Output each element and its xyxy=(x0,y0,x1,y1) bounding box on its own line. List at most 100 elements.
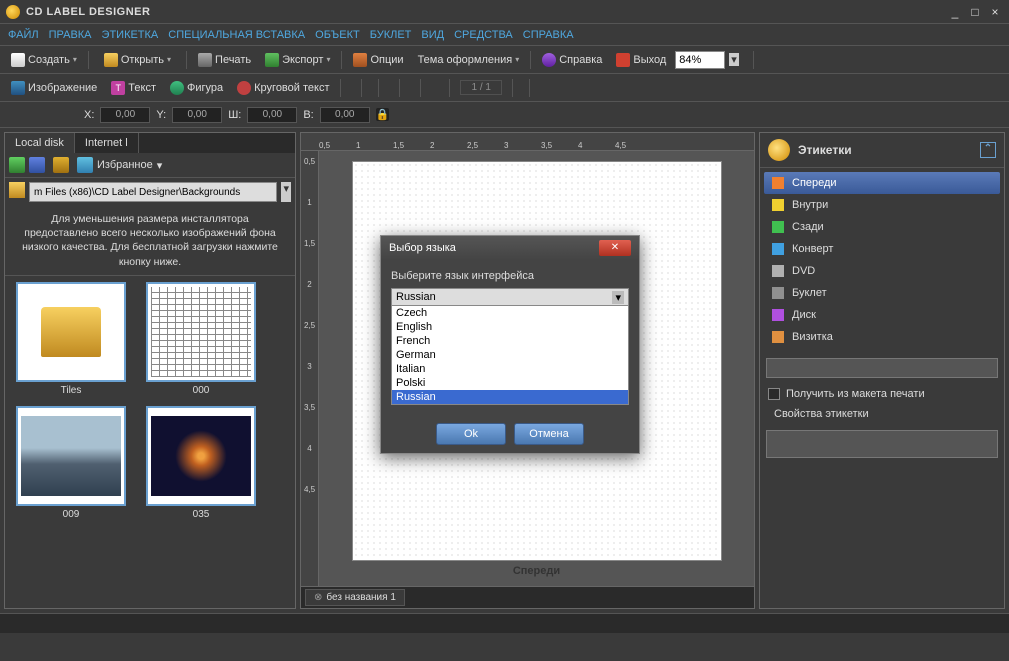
shape-icon xyxy=(170,81,184,95)
fav-label[interactable]: Избранное xyxy=(97,159,153,171)
language-select[interactable]: Russian▾ xyxy=(391,288,629,306)
ok-button[interactable]: Ok xyxy=(436,423,506,445)
label-item-7[interactable]: Визитка xyxy=(764,326,1000,348)
toolbar-insert: Изображение TТекст Фигура Круговой текст… xyxy=(0,74,1009,102)
h-input[interactable] xyxy=(320,107,370,123)
zoom-input[interactable] xyxy=(675,51,725,69)
open-icon xyxy=(104,53,118,67)
open-button[interactable]: Открыть▾ xyxy=(99,51,176,69)
color-swatch xyxy=(772,199,784,211)
cancel-button[interactable]: Отмена xyxy=(514,423,584,445)
label-item-3[interactable]: Конверт xyxy=(764,238,1000,260)
help-button[interactable]: Справка xyxy=(537,51,607,69)
print-button[interactable]: Печать xyxy=(193,51,256,69)
menu-booklet[interactable]: БУКЛЕТ xyxy=(370,29,412,41)
thumb-tiles[interactable]: Tiles xyxy=(11,282,131,396)
back-icon[interactable] xyxy=(9,157,25,173)
h-label: В: xyxy=(303,109,313,121)
coord-bar: X: Y: Ш: В: 🔒 xyxy=(0,102,1009,128)
props-combo[interactable] xyxy=(766,430,998,458)
gear-icon xyxy=(353,53,367,67)
tab-internet[interactable]: Internet l xyxy=(75,133,139,153)
create-button[interactable]: Создать▾ xyxy=(6,51,82,69)
image-icon xyxy=(11,81,25,95)
refresh-icon[interactable] xyxy=(53,157,69,173)
color-swatch xyxy=(772,221,784,233)
dialog-prompt: Выберите язык интерфейса xyxy=(391,270,629,282)
color-swatch xyxy=(772,265,784,277)
maximize-button[interactable]: □ xyxy=(967,5,983,19)
forward-icon[interactable] xyxy=(29,157,45,173)
fav-icon[interactable] xyxy=(77,157,93,173)
close-button[interactable]: × xyxy=(987,5,1003,19)
menu-help[interactable]: СПРАВКА xyxy=(523,29,574,41)
toolbar-main: Создать▾ Открыть▾ Печать Экспорт▾ Опции … xyxy=(0,46,1009,74)
export-button[interactable]: Экспорт▾ xyxy=(260,51,335,69)
zoom-dropdown[interactable]: ▾ xyxy=(729,53,739,66)
menubar: ФАЙЛ ПРАВКА ЭТИКЕТКА СПЕЦИАЛЬНАЯ ВСТАВКА… xyxy=(0,24,1009,46)
dialog-close-button[interactable]: ✕ xyxy=(599,240,631,256)
menu-edit[interactable]: ПРАВКА xyxy=(49,29,92,41)
shape-button[interactable]: Фигура xyxy=(165,79,228,97)
color-swatch xyxy=(772,287,784,299)
lang-option[interactable]: German xyxy=(392,348,628,362)
path-input[interactable] xyxy=(29,182,277,202)
label-item-0[interactable]: Спереди xyxy=(764,172,1000,194)
menu-object[interactable]: ОБЪЕКТ xyxy=(315,29,360,41)
thumb-000[interactable]: 000 xyxy=(141,282,261,396)
lang-option[interactable]: Polski xyxy=(392,376,628,390)
lock-icon[interactable]: 🔒 xyxy=(376,108,390,121)
label-item-4[interactable]: DVD xyxy=(764,260,1000,282)
print-icon xyxy=(198,53,212,67)
lang-option[interactable]: French xyxy=(392,334,628,348)
text-button[interactable]: TТекст xyxy=(106,79,161,97)
lang-option[interactable]: English xyxy=(392,320,628,334)
thumb-009[interactable]: 009 xyxy=(11,406,131,520)
menu-view[interactable]: ВИД xyxy=(421,29,444,41)
label-item-5[interactable]: Буклет xyxy=(764,282,1000,304)
new-icon xyxy=(11,53,25,67)
label-properties[interactable]: Свойства этикетки xyxy=(760,404,1004,424)
thumbnail-grid: Tiles 000 009 035 xyxy=(5,276,295,608)
left-panel: Local disk Internet l Избранное ▾ ▾ Для … xyxy=(4,132,296,609)
right-panel: Этикетки ⌃ СпередиВнутриСзадиКонвертDVDБ… xyxy=(759,132,1005,609)
doc-tab-1[interactable]: ⊗без названия 1 xyxy=(305,589,405,606)
circtext-icon xyxy=(237,81,251,95)
w-label: Ш: xyxy=(228,109,241,121)
circtext-button[interactable]: Круговой текст xyxy=(232,79,334,97)
label-combo[interactable] xyxy=(766,358,998,378)
tab-local-disk[interactable]: Local disk xyxy=(5,133,75,153)
collapse-button[interactable]: ⌃ xyxy=(980,142,996,158)
page-label: Спереди xyxy=(352,565,722,577)
exit-button[interactable]: Выход xyxy=(611,51,671,69)
checkbox-icon xyxy=(768,388,780,400)
get-from-print-check[interactable]: Получить из макета печати xyxy=(760,384,1004,404)
dialog-title: Выбор языка xyxy=(389,242,456,254)
label-item-2[interactable]: Сзади xyxy=(764,216,1000,238)
path-dropdown[interactable]: ▾ xyxy=(281,182,291,202)
ruler-horizontal: 0,511,5 22,53 3,544,5 xyxy=(301,133,754,151)
folder-icon xyxy=(9,182,25,198)
menu-special-insert[interactable]: СПЕЦИАЛЬНАЯ ВСТАВКА xyxy=(168,29,305,41)
theme-button[interactable]: Тема оформления▾ xyxy=(413,52,525,68)
menu-file[interactable]: ФАЙЛ xyxy=(8,29,39,41)
label-item-1[interactable]: Внутри xyxy=(764,194,1000,216)
lang-option[interactable]: Italian xyxy=(392,362,628,376)
language-list: CzechEnglishFrenchGermanItalianPolskiRus… xyxy=(391,306,629,405)
image-button[interactable]: Изображение xyxy=(6,79,102,97)
statusbar xyxy=(0,613,1009,633)
options-button[interactable]: Опции xyxy=(348,51,408,69)
minimize-button[interactable]: _ xyxy=(947,5,963,19)
lang-option[interactable]: Russian xyxy=(392,390,628,404)
w-input[interactable] xyxy=(247,107,297,123)
color-swatch xyxy=(772,331,784,343)
lang-option[interactable]: Czech xyxy=(392,306,628,320)
label-item-6[interactable]: Диск xyxy=(764,304,1000,326)
y-input[interactable] xyxy=(172,107,222,123)
menu-label[interactable]: ЭТИКЕТКА xyxy=(102,29,159,41)
menu-tools[interactable]: СРЕДСТВА xyxy=(454,29,513,41)
thumb-035[interactable]: 035 xyxy=(141,406,261,520)
labels-title: Этикетки xyxy=(798,143,852,157)
x-input[interactable] xyxy=(100,107,150,123)
close-tab-icon[interactable]: ⊗ xyxy=(314,592,322,603)
